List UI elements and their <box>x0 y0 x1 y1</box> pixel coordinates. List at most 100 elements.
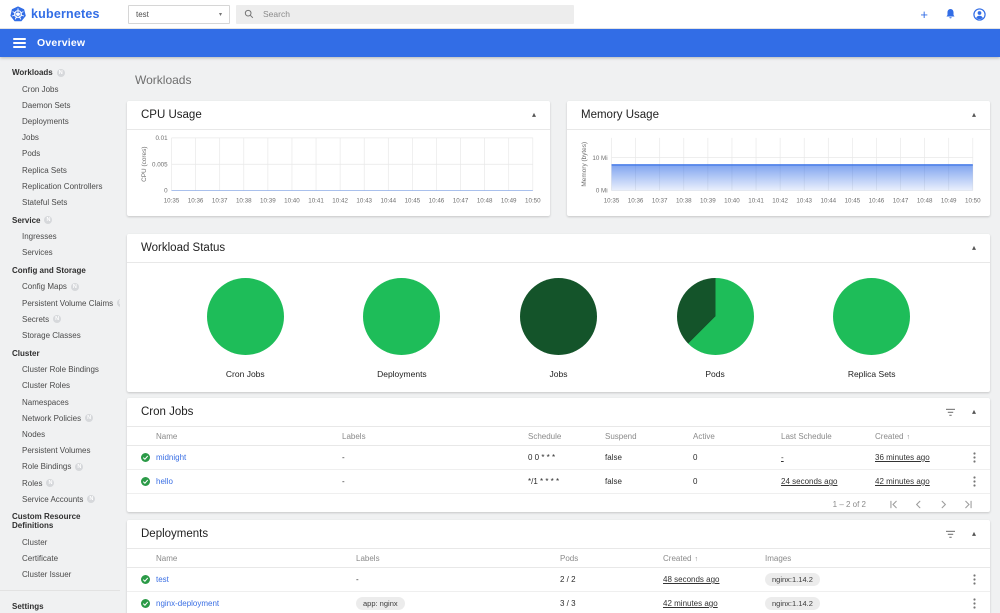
workload-status-pie-deployments: Deployments <box>327 278 477 379</box>
labels-cell: - <box>342 477 345 486</box>
sidebar-item-pods[interactable]: Pods <box>0 146 120 162</box>
column-header[interactable]: Images <box>765 554 955 563</box>
row-actions-kebab-button[interactable] <box>973 574 976 585</box>
sidebar-item-cron-jobs[interactable]: Cron Jobs <box>0 81 120 97</box>
svg-text:10:48: 10:48 <box>477 197 493 204</box>
account-button[interactable] <box>973 7 986 21</box>
sidebar-group-config-and-storage[interactable]: Config and Storage <box>0 261 120 279</box>
column-header[interactable]: Created ↑ <box>875 432 955 441</box>
search-bar[interactable] <box>236 4 574 24</box>
sidebar-item-cluster-role-bindings[interactable]: Cluster Role Bindings <box>0 362 120 378</box>
last-schedule-cell[interactable]: 24 seconds ago <box>781 477 875 486</box>
sidebar-item-roles[interactable]: Roles N <box>0 475 120 491</box>
sidebar-item-label: Jobs <box>22 133 39 143</box>
row-actions-kebab-button[interactable] <box>973 476 976 487</box>
page-toolbar: Overview <box>0 29 1000 57</box>
column-header[interactable]: Name <box>156 432 342 441</box>
created-cell[interactable]: 36 minutes ago <box>875 453 955 462</box>
sidebar-item-role-bindings[interactable]: Role Bindings N <box>0 459 120 475</box>
last-page-button[interactable] <box>963 499 974 510</box>
collapse-caret-icon[interactable]: ▴ <box>972 530 976 538</box>
deployment-name-link[interactable]: test <box>156 575 356 584</box>
sidebar-item-daemon-sets[interactable]: Daemon Sets <box>0 97 120 113</box>
sidebar-item-jobs[interactable]: Jobs <box>0 130 120 146</box>
row-actions-kebab-button[interactable] <box>973 598 976 609</box>
sidebar-item-cluster[interactable]: Cluster <box>0 534 120 550</box>
created-cell[interactable]: 48 seconds ago <box>663 575 765 584</box>
sidebar-group-label: Config and Storage <box>12 265 86 275</box>
sidebar-item-services[interactable]: Services <box>0 245 120 261</box>
sidebar-item-stateful-sets[interactable]: Stateful Sets <box>0 194 120 210</box>
sidebar-item-namespaces[interactable]: Namespaces <box>0 394 120 410</box>
sidebar-item-cluster-roles[interactable]: Cluster Roles <box>0 378 120 394</box>
collapse-caret-icon[interactable]: ▴ <box>972 111 976 119</box>
collapse-caret-icon[interactable]: ▴ <box>972 244 976 252</box>
sidebar-item-replica-sets[interactable]: Replica Sets <box>0 162 120 178</box>
images-cell: nginx:1.14.2 <box>765 597 955 610</box>
pie-label: Replica Sets <box>847 369 896 379</box>
sidebar-group-service[interactable]: Service N <box>0 211 120 229</box>
column-header[interactable]: Created ↑ <box>663 554 765 563</box>
created-cell[interactable]: 42 minutes ago <box>875 477 955 486</box>
sidebar-item-settings[interactable]: Settings <box>0 596 120 613</box>
column-header[interactable]: Name <box>156 554 356 563</box>
sidebar-group-label: Cluster <box>12 348 40 358</box>
deployment-name-link[interactable]: nginx-deployment <box>156 599 356 608</box>
table-row: test - 2 / 2 48 seconds ago nginx:1.14.2 <box>127 568 990 592</box>
sidebar-item-nodes[interactable]: Nodes <box>0 426 120 442</box>
sidebar-item-secrets[interactable]: Secrets N <box>0 311 120 327</box>
collapse-caret-icon[interactable]: ▴ <box>532 111 536 119</box>
svg-text:10:40: 10:40 <box>724 197 740 204</box>
column-header[interactable]: Labels <box>342 432 528 441</box>
sidebar-item-deployments[interactable]: Deployments <box>0 113 120 129</box>
notifications-bell-button[interactable] <box>945 8 956 20</box>
sidebar-group-custom-resource-definitions[interactable]: Custom Resource Definitions <box>0 507 120 534</box>
namespace-selector[interactable]: test ▾ <box>128 4 230 24</box>
created-cell[interactable]: 42 minutes ago <box>663 599 765 608</box>
active-cell: 0 <box>693 477 698 486</box>
filter-button[interactable] <box>945 408 956 417</box>
sidebar-item-replication-controllers[interactable]: Replication Controllers <box>0 178 120 194</box>
column-header[interactable]: Last Schedule <box>781 432 875 441</box>
sidebar-group-workloads[interactable]: Workloads N <box>0 63 120 81</box>
column-header[interactable]: Schedule <box>528 432 605 441</box>
sidebar-item-label: Cron Jobs <box>22 84 59 94</box>
cronjob-name-link[interactable]: hello <box>156 477 342 486</box>
memory-usage-card: Memory Usage ▴ 10:35 10:36 10:37 10:38 10:39… <box>567 101 990 216</box>
filter-button[interactable] <box>945 530 956 539</box>
pie-chart <box>519 278 597 355</box>
svg-text:10:49: 10:49 <box>501 197 517 204</box>
row-actions-kebab-button[interactable] <box>973 452 976 463</box>
svg-text:10:38: 10:38 <box>676 197 692 204</box>
sidebar-item-config-maps[interactable]: Config Maps N <box>0 279 120 295</box>
search-input[interactable] <box>263 9 523 19</box>
create-plus-button[interactable]: + <box>920 8 928 21</box>
last-schedule-cell[interactable]: - <box>781 453 875 462</box>
column-header[interactable]: Suspend <box>605 432 693 441</box>
first-page-button[interactable] <box>888 499 899 510</box>
previous-page-button[interactable] <box>913 499 924 510</box>
sidebar-item-ingresses[interactable]: Ingresses <box>0 229 120 245</box>
sidebar-item-persistent-volumes[interactable]: Persistent Volumes <box>0 443 120 459</box>
sidebar-item-certificate[interactable]: Certificate <box>0 551 120 567</box>
svg-text:0: 0 <box>164 188 168 195</box>
sidebar-group-cluster[interactable]: Cluster <box>0 344 120 362</box>
namespaced-badge: N <box>56 68 65 77</box>
collapse-caret-icon[interactable]: ▴ <box>972 408 976 416</box>
sidebar-item-service-accounts[interactable]: Service Accounts N <box>0 491 120 507</box>
labels-cell: - <box>342 453 345 462</box>
svg-text:10:41: 10:41 <box>748 197 764 204</box>
page-title: Workloads <box>135 73 192 87</box>
menu-hamburger-button[interactable] <box>13 38 26 48</box>
sidebar-item-cluster-issuer[interactable]: Cluster Issuer <box>0 567 120 583</box>
column-header[interactable]: Pods <box>560 554 663 563</box>
column-header[interactable]: Labels <box>356 554 560 563</box>
column-header[interactable]: Active <box>693 432 781 441</box>
cronjob-name-link[interactable]: midnight <box>156 453 342 462</box>
next-page-button[interactable] <box>938 499 949 510</box>
svg-text:10:49: 10:49 <box>941 197 957 204</box>
sidebar-item-network-policies[interactable]: Network Policies N <box>0 410 120 426</box>
workload-status-pie-cron-jobs: Cron Jobs <box>170 278 320 379</box>
sidebar-item-storage-classes[interactable]: Storage Classes <box>0 327 120 343</box>
sidebar-item-persistent-volume-claims[interactable]: Persistent Volume ClaimsN <box>0 295 120 311</box>
